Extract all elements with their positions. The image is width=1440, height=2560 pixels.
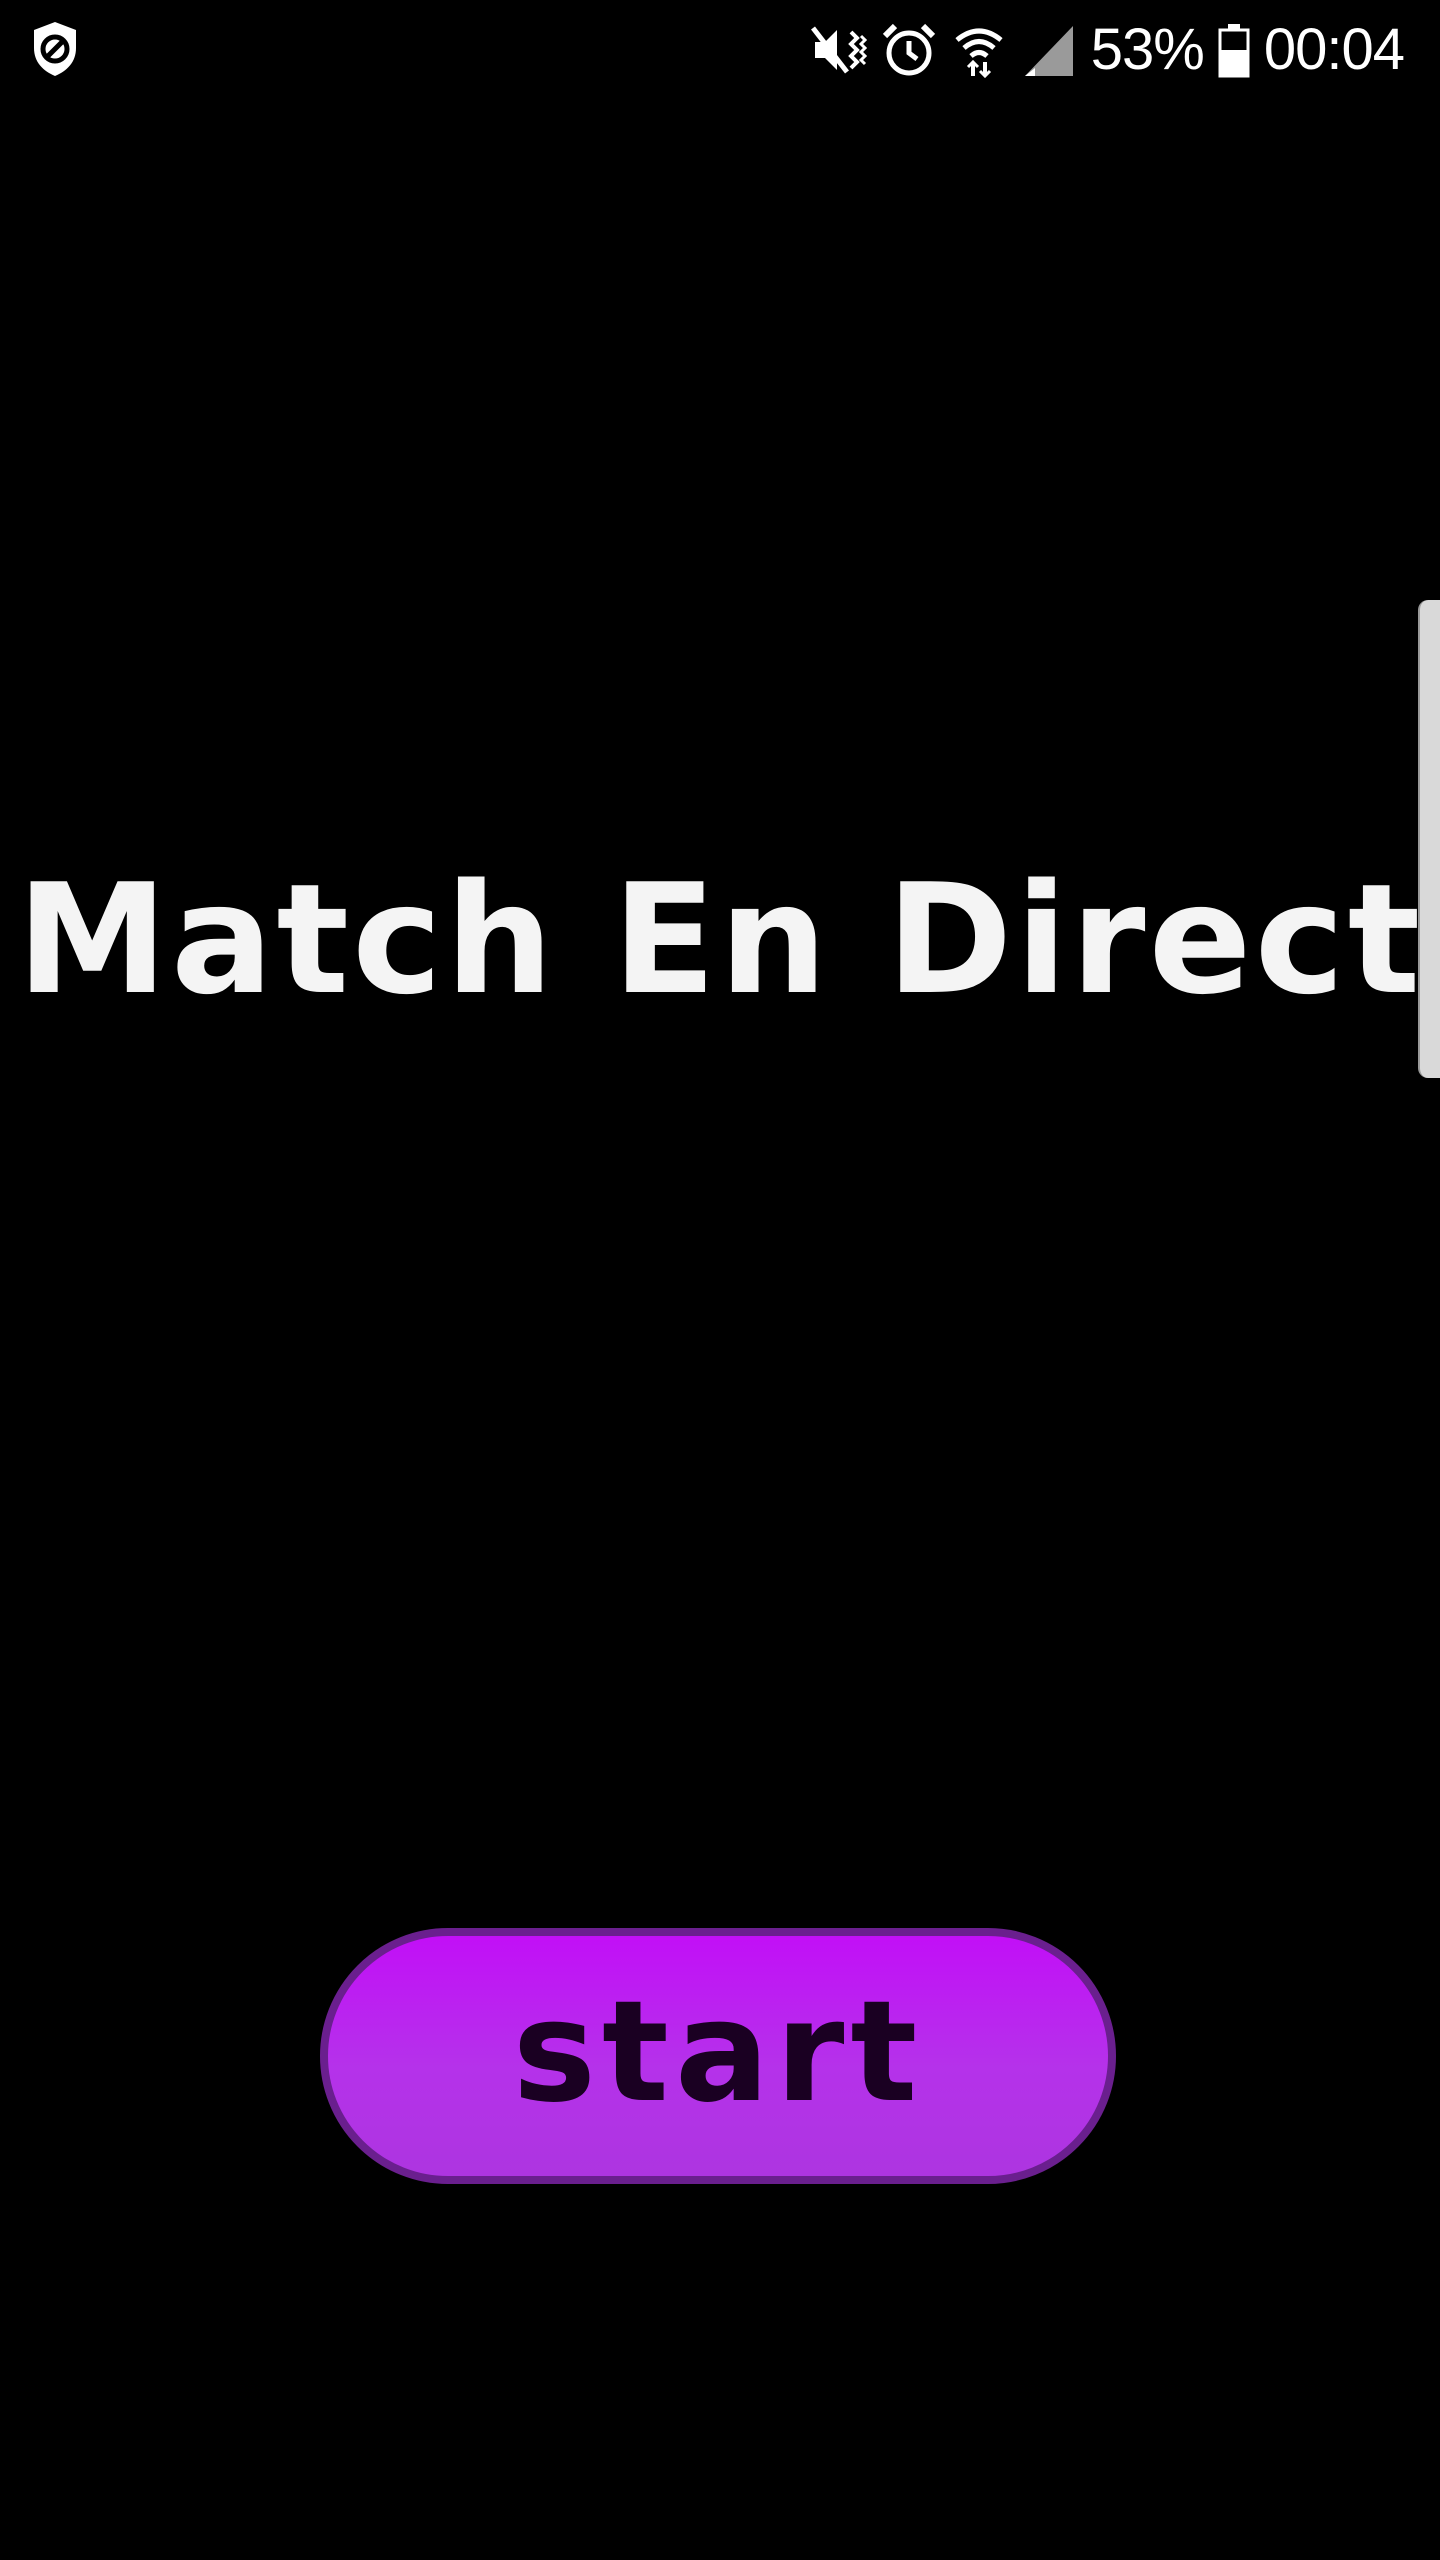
- app-title: Match En Direct: [16, 851, 1424, 1028]
- signal-icon: [1021, 22, 1077, 78]
- status-bar: 53% 00:04: [0, 0, 1440, 100]
- edge-panel-handle[interactable]: [1418, 600, 1440, 1078]
- mute-vibrate-icon: [810, 22, 867, 78]
- battery-icon: [1218, 22, 1250, 78]
- shield-block-icon: [30, 20, 80, 78]
- start-button[interactable]: start: [320, 1928, 1116, 2184]
- status-icons: 53% 00:04: [810, 14, 1405, 86]
- wifi-icon: [951, 22, 1007, 79]
- alarm-icon: [881, 22, 937, 78]
- start-button-label: start: [512, 1971, 924, 2134]
- battery-percent: 53%: [1090, 17, 1205, 82]
- clock: 00:04: [1263, 17, 1405, 82]
